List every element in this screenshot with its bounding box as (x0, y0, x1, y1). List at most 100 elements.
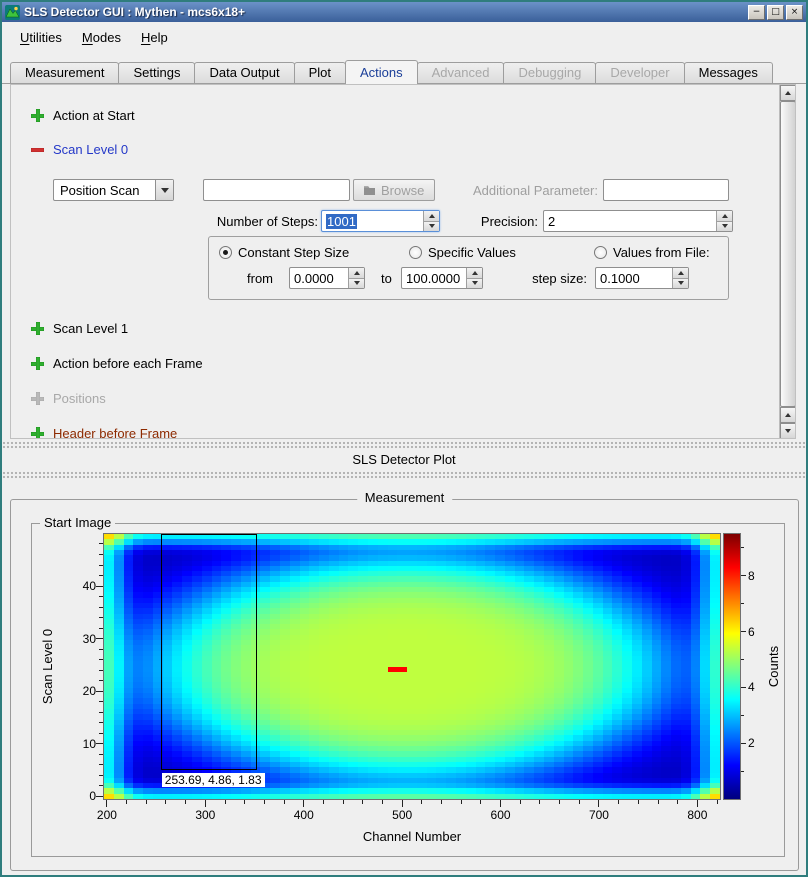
step-mode-group: Constant Step Size Specific Values Value… (208, 236, 729, 300)
from-spinner[interactable]: 0.0000 (289, 267, 365, 289)
splitter-handle[interactable] (2, 441, 806, 449)
tab-bar: MeasurementSettingsData OutputPlotAction… (2, 60, 806, 84)
action-item-action-before-each-frame[interactable]: Action before each Frame (31, 355, 203, 372)
to-spinner[interactable]: 100.0000 (401, 267, 483, 289)
to-value: 100.0000 (402, 268, 466, 288)
splitter-handle[interactable] (2, 471, 806, 479)
action-item-label: Positions (53, 391, 106, 406)
radio-dot (409, 246, 422, 259)
y-minor-tick (99, 701, 103, 702)
scroll-down-button[interactable] (780, 423, 796, 439)
x-minor-tick (323, 800, 324, 804)
colorbar-tick (741, 687, 746, 688)
additional-parameter-field (603, 179, 729, 201)
y-minor-tick (99, 775, 103, 776)
y-minor-tick (99, 565, 103, 566)
tab-messages[interactable]: Messages (684, 62, 773, 83)
from-value: 0.0000 (290, 268, 348, 288)
radio-label: Values from File: (613, 245, 710, 260)
action-item-scan-level-0[interactable]: Scan Level 0 (31, 141, 128, 158)
radio-constant-step-size[interactable]: Constant Step Size (219, 245, 349, 260)
menu-modes[interactable]: Modes (72, 26, 131, 49)
tab-actions[interactable]: Actions (345, 60, 418, 84)
x-minor-tick (146, 800, 147, 804)
x-minor-tick (559, 800, 560, 804)
menu-utilities[interactable]: Utilities (10, 26, 72, 49)
tab-data-output[interactable]: Data Output (194, 62, 294, 83)
action-item-label: Scan Level 1 (53, 321, 128, 336)
x-minor-tick (264, 800, 265, 804)
x-minor-tick (539, 800, 540, 804)
scroll-up-button[interactable] (780, 85, 796, 101)
x-minor-tick (480, 800, 481, 804)
y-tick (96, 743, 103, 744)
action-item-label: Action before each Frame (53, 356, 203, 371)
scrollbar-thumb[interactable] (780, 101, 796, 407)
y-minor-tick (99, 754, 103, 755)
window-title: SLS Detector GUI : Mythen - mcs6x18+ (24, 5, 746, 19)
radio-specific-values[interactable]: Specific Values (409, 245, 516, 260)
titlebar[interactable]: SLS Detector GUI : Mythen - mcs6x18+ − □… (2, 2, 806, 22)
expand-plus-icon (31, 392, 44, 405)
colorbar-tick-label: 2 (748, 736, 766, 750)
step-size-spinner[interactable]: 0.1000 (595, 267, 689, 289)
collapse-minus-icon[interactable] (31, 143, 44, 156)
dock-title[interactable]: SLS Detector Plot (2, 452, 806, 467)
spin-up-button[interactable] (673, 268, 688, 279)
x-minor-tick (717, 800, 718, 804)
close-button[interactable]: × (786, 5, 803, 20)
spin-up-button[interactable] (467, 268, 482, 279)
expand-plus-icon[interactable] (31, 109, 44, 122)
y-axis-label: Scan Level 0 (41, 629, 56, 704)
x-minor-tick (677, 800, 678, 804)
maximize-button[interactable]: □ (767, 5, 784, 20)
tab-advanced: Advanced (417, 62, 505, 83)
tab-developer: Developer (595, 62, 684, 83)
y-minor-tick (99, 554, 103, 555)
number-of-steps-spinner[interactable]: 1001 (321, 210, 440, 232)
x-tick-label: 700 (579, 808, 619, 822)
scan-script-field[interactable] (203, 179, 350, 201)
vertical-scrollbar[interactable] (779, 85, 795, 438)
additional-parameter-label: Additional Parameter: (441, 183, 598, 198)
radio-values-from-file[interactable]: Values from File: (594, 245, 710, 260)
x-minor-tick (618, 800, 619, 804)
y-tick-label: 30 (58, 632, 96, 646)
scan-mode-select[interactable]: Position Scan (53, 179, 174, 201)
app-icon (5, 5, 20, 20)
cursor-readout: 253.69, 4.86, 1.83 (162, 773, 265, 787)
spin-down-button[interactable] (349, 279, 364, 289)
tab-plot[interactable]: Plot (294, 62, 346, 83)
spin-up-button[interactable] (349, 268, 364, 279)
precision-spinner[interactable]: 2 (543, 210, 733, 232)
tab-settings[interactable]: Settings (118, 62, 195, 83)
colorbar-tick (741, 575, 746, 576)
action-item-positions: Positions (31, 390, 106, 407)
action-item-label: Header before Frame (53, 426, 177, 439)
y-tick (96, 691, 103, 692)
colorbar-label: Counts (767, 646, 782, 687)
x-tick (500, 800, 501, 807)
action-item-action-at-start[interactable]: Action at Start (31, 107, 135, 124)
expand-plus-icon[interactable] (31, 322, 44, 335)
radio-dot (219, 246, 232, 259)
scroll-up-button[interactable] (780, 407, 796, 423)
x-minor-tick (185, 800, 186, 804)
spin-down-button[interactable] (424, 222, 439, 232)
y-minor-tick (99, 575, 103, 576)
spin-down-button[interactable] (673, 279, 688, 289)
action-item-header-before-frame[interactable]: Header before Frame (31, 425, 177, 439)
colorbar-tick (741, 743, 746, 744)
combo-dropdown-button[interactable] (155, 180, 173, 200)
spin-down-button[interactable] (717, 222, 732, 232)
minimize-button[interactable]: − (748, 5, 765, 20)
expand-plus-icon[interactable] (31, 357, 44, 370)
tab-measurement[interactable]: Measurement (10, 62, 119, 83)
action-item-scan-level-1[interactable]: Scan Level 1 (31, 320, 128, 337)
y-minor-tick (99, 543, 103, 544)
expand-plus-icon[interactable] (31, 427, 44, 439)
spin-up-button[interactable] (717, 211, 732, 222)
menu-help[interactable]: Help (131, 26, 178, 49)
spin-up-button[interactable] (424, 211, 439, 222)
spin-down-button[interactable] (467, 279, 482, 289)
